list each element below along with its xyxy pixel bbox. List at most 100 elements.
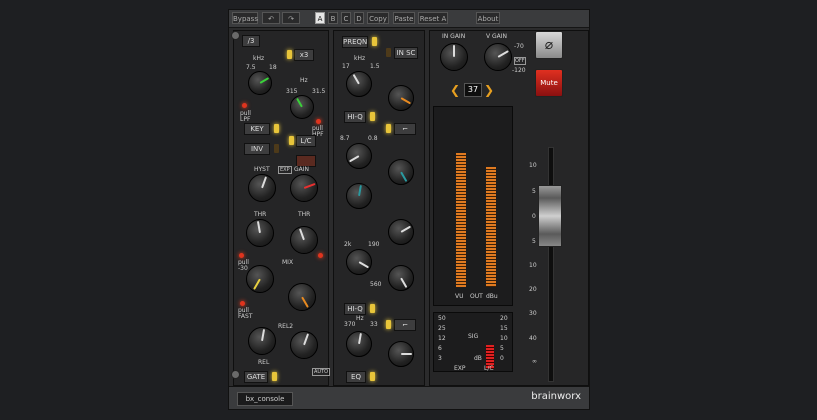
phase-invert-icon: ⌀ — [544, 37, 554, 53]
prev-preset-icon[interactable]: ❮ — [450, 83, 460, 97]
lpf-unit-label: kHz — [253, 55, 265, 62]
rel-label: REL — [258, 359, 270, 366]
key-led — [274, 124, 279, 133]
dynamics-panel: /3 x3 kHz 7.5 18 pull LPF Hz 315 31.5 pu… — [233, 30, 331, 386]
reset-button[interactable]: Reset A — [418, 12, 448, 24]
in-gain-knob[interactable] — [440, 43, 468, 71]
hf-gain-knob[interactable] — [388, 85, 414, 111]
gain-label: GAIN — [294, 166, 310, 173]
slot-b-button[interactable]: B — [328, 12, 338, 24]
filter-div3-button[interactable]: /3 — [242, 35, 260, 47]
rel2-label: REL2 — [278, 323, 294, 330]
fast-led — [240, 301, 245, 306]
hpf-knob[interactable] — [290, 95, 314, 119]
plugin-title: bx_console — [237, 392, 293, 406]
slot-d-button[interactable]: D — [354, 12, 364, 24]
preqn-button[interactable]: PREQN — [342, 36, 368, 48]
lf-shelf-led — [386, 320, 391, 329]
hf-shelf-button[interactable]: ⌐ — [394, 123, 416, 135]
mute-button[interactable]: Mute — [535, 69, 563, 97]
shelf-icon: ⌐ — [402, 125, 408, 133]
hpf-unit-label: Hz — [300, 77, 308, 84]
redo-icon: ↷ — [288, 15, 294, 23]
copy-button[interactable]: Copy — [367, 12, 389, 24]
key-button[interactable]: KEY — [244, 123, 270, 135]
hpf-led — [316, 119, 321, 124]
brand-logo: brainworx — [531, 391, 581, 402]
lc-led — [289, 136, 294, 145]
hyst-label: HYST — [254, 166, 270, 173]
lmf-q-knob[interactable] — [388, 265, 414, 291]
bx-console-plugin: Bypass ↶ ↷ A B C D Copy Paste Reset A Ab… — [228, 9, 590, 410]
pull-30-led — [239, 253, 244, 258]
mix-knob[interactable] — [246, 265, 274, 293]
undo-icon: ↶ — [268, 15, 274, 23]
hyst-knob[interactable] — [248, 174, 276, 202]
gate-button[interactable]: GATE — [244, 371, 268, 383]
inv-button[interactable]: INV — [244, 143, 270, 155]
thr-r-label: THR — [298, 211, 311, 218]
dbu-meter-bar — [486, 167, 496, 287]
lpf-led — [242, 103, 247, 108]
phase-invert-button[interactable]: ⌀ — [535, 31, 563, 59]
x3-led — [287, 50, 292, 59]
lmf-gain-knob[interactable] — [388, 219, 414, 245]
v-gain-label: V GAIN — [486, 33, 508, 40]
comp-threshold-knob[interactable] — [290, 226, 318, 254]
hiq-2-button[interactable]: HI-Q — [344, 303, 366, 315]
redo-button[interactable]: ↷ — [282, 12, 300, 24]
slot-a-button[interactable]: A — [315, 12, 325, 24]
eq-hz-label: Hz — [356, 315, 364, 322]
ratio-knob[interactable] — [288, 283, 316, 311]
gain-reduction-meter: 50 25 12 6 3 20 15 10 5 0 SIG dB EXP L/C — [433, 312, 513, 372]
threshold-knob[interactable] — [246, 219, 274, 247]
lf-shelf-button[interactable]: ⌐ — [394, 319, 416, 331]
inv-led — [274, 144, 279, 153]
hiq-1-button[interactable]: HI-Q — [344, 111, 366, 123]
next-preset-icon[interactable]: ❯ — [484, 83, 494, 97]
undo-button[interactable]: ↶ — [262, 12, 280, 24]
slot-c-button[interactable]: C — [341, 12, 351, 24]
footer-bar: bx_console brainworx — [229, 386, 589, 409]
hmf-gain-knob[interactable] — [388, 159, 414, 185]
eq-led — [370, 372, 375, 381]
lmf-freq-knob[interactable] — [346, 249, 372, 275]
in-sc-led — [386, 48, 391, 57]
bypass-button[interactable]: Bypass — [232, 12, 258, 24]
vu-meter: VU OUT dBu — [433, 106, 513, 306]
lc-button[interactable]: L/C — [296, 135, 316, 147]
gate-led — [272, 372, 277, 381]
filter-x3-button[interactable]: x3 — [294, 49, 314, 61]
output-fader-track — [548, 147, 554, 382]
eq-button[interactable]: EQ — [346, 371, 366, 383]
auto-badge: AUTO — [312, 368, 331, 376]
toolbar: Bypass ↶ ↷ A B C D Copy Paste Reset A Ab… — [229, 10, 589, 28]
v-gain-knob[interactable] — [484, 43, 512, 71]
preset-number-display: 37 — [464, 83, 482, 97]
in-gain-label: IN GAIN — [442, 33, 466, 40]
lf-gain-knob[interactable] — [388, 341, 414, 367]
paste-button[interactable]: Paste — [393, 12, 415, 24]
lf-freq-knob[interactable] — [346, 331, 372, 357]
screw — [231, 31, 240, 40]
vu-meter-bar — [456, 153, 466, 287]
hiq-1-led — [370, 112, 375, 121]
hmf-q-knob[interactable] — [346, 183, 372, 209]
output-fader[interactable] — [538, 185, 562, 247]
pull-led — [318, 253, 323, 258]
exp-badge: EXP — [278, 166, 292, 174]
eq-khz-label: kHz — [354, 55, 366, 62]
eq-panel: PREQN IN SC kHz 17 1.5 HI-Q ⌐ 8.7 0.8 2k… — [333, 30, 425, 386]
release2-knob[interactable] — [290, 331, 318, 359]
screw — [231, 370, 240, 379]
lpf-knob[interactable] — [248, 71, 272, 95]
hf-freq-knob[interactable] — [346, 71, 372, 97]
in-sc-button[interactable]: IN SC — [394, 47, 418, 59]
mix-label: MIX — [282, 259, 294, 266]
about-button[interactable]: About — [476, 12, 500, 24]
hf-shelf-led — [386, 124, 391, 133]
thr-label: THR — [254, 211, 267, 218]
release-knob[interactable] — [248, 327, 276, 355]
hmf-freq-knob[interactable] — [346, 143, 372, 169]
gain-knob[interactable] — [290, 174, 318, 202]
